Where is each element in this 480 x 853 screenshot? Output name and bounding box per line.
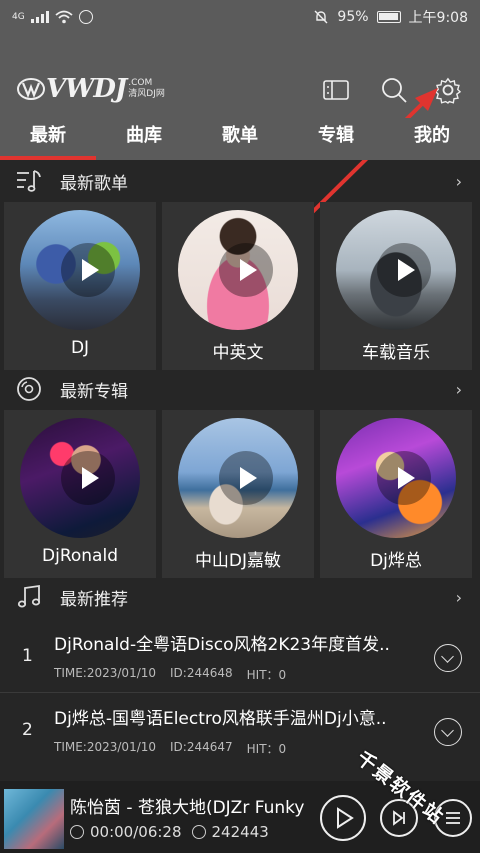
card-label: DJ [70, 338, 90, 358]
battery-icon [376, 11, 401, 23]
clock-icon [70, 825, 84, 839]
now-playing-title: 陈怡茵 - 苍狼大地(DJZr Funky [70, 798, 305, 818]
album-card[interactable]: DjRonald [4, 410, 156, 578]
logo-domain: .COM [128, 78, 153, 88]
play-icon[interactable] [61, 451, 115, 505]
play-icon[interactable] [61, 243, 115, 297]
tab-albums[interactable]: 专辑 [288, 118, 384, 160]
track-id: ID:244647 [170, 740, 233, 754]
card-label: 中山DJ嘉敏 [194, 551, 282, 571]
album-disc-icon [17, 377, 41, 401]
battery-percent: 95% [337, 9, 369, 25]
tab-latest[interactable]: 最新 [0, 118, 96, 160]
track-time: TIME:2023/01/10 [54, 740, 157, 754]
play-button[interactable] [320, 795, 366, 841]
play-icon[interactable] [377, 451, 431, 505]
playlist-card[interactable]: DJ [4, 202, 156, 370]
track-id: ID:244648 [170, 666, 233, 680]
status-bar: 4G 95% 上午9:08 [0, 0, 480, 34]
playlist-cards: DJ 中英文 车载音乐 [0, 202, 480, 370]
main-tabs: 最新 曲库 歌单 专辑 我的 [0, 118, 480, 160]
section-title-playlists: 最新歌单 [60, 173, 128, 194]
list-item[interactable]: 2 Dj烨总-国粤语Electro风格联手温州Dj小意.. TIME:2023/… [0, 696, 480, 768]
card-label: DjRonald [42, 546, 118, 566]
card-label: Dj烨总 [370, 551, 422, 571]
tab-mine[interactable]: 我的 [384, 118, 480, 160]
chevron-right-icon: › [455, 379, 462, 399]
now-playing-cover[interactable] [4, 789, 64, 849]
track-number: 2 [22, 720, 33, 740]
playlist-card[interactable]: 车载音乐 [320, 202, 472, 370]
play-icon[interactable] [219, 243, 273, 297]
playlist-icon [17, 170, 41, 192]
section-title-recommend: 最新推荐 [60, 589, 128, 610]
card-label: 车载音乐 [362, 343, 430, 363]
signal-icon [30, 11, 49, 23]
track-hits: HIT：0 [246, 742, 287, 756]
play-icon[interactable] [377, 243, 431, 297]
logo-emblem-icon [17, 78, 45, 100]
logo-cn: 清风DJ网 [128, 89, 165, 99]
section-title-albums: 最新专辑 [60, 381, 128, 402]
app-header: VWDJ .COM 清风DJ网 [0, 34, 480, 250]
expand-chevron-icon[interactable] [434, 644, 462, 672]
expand-chevron-icon[interactable] [434, 718, 462, 746]
clock: 上午9:08 [408, 10, 468, 26]
now-playing-id: 242443 [211, 823, 269, 841]
section-header-recommend[interactable]: 最新推荐 › [0, 576, 480, 618]
list-item[interactable]: 1 DjRonald-全粤语Disco风格2K23年度首发.. TIME:202… [0, 622, 480, 694]
playback-position: 00:00/06:28 [90, 823, 182, 841]
play-icon[interactable] [219, 451, 273, 505]
logo-text: VWDJ [46, 74, 127, 104]
chevron-right-icon: › [455, 587, 462, 607]
card-label: 中英文 [212, 343, 264, 363]
track-time: TIME:2023/01/10 [54, 666, 157, 680]
track-title: DjRonald-全粤语Disco风格2K23年度首发.. [54, 635, 390, 655]
wifi-icon [55, 10, 73, 24]
track-number: 1 [22, 646, 33, 666]
app-notification-icon [78, 10, 93, 24]
play-icon [337, 807, 354, 829]
network-type: 4G [12, 12, 25, 22]
album-cards: DjRonald 中山DJ嘉敏 Dj烨总 [0, 410, 480, 578]
mute-bell-icon [314, 10, 328, 24]
chevron-right-icon: › [455, 171, 462, 191]
tab-playlists[interactable]: 歌单 [192, 118, 288, 160]
id-icon [191, 825, 206, 839]
album-card[interactable]: Dj烨总 [320, 410, 472, 578]
section-header-playlists[interactable]: 最新歌单 › [0, 160, 480, 202]
divider [0, 692, 480, 693]
music-note-icon [17, 584, 41, 608]
playlist-card[interactable]: 中英文 [162, 202, 314, 370]
section-header-albums[interactable]: 最新专辑 › [0, 368, 480, 410]
track-hits: HIT：0 [246, 668, 287, 682]
tab-library[interactable]: 曲库 [96, 118, 192, 160]
app-logo: VWDJ .COM 清风DJ网 [16, 74, 165, 104]
album-card[interactable]: 中山DJ嘉敏 [162, 410, 314, 578]
track-title: Dj烨总-国粤语Electro风格联手温州Dj小意.. [54, 709, 387, 729]
